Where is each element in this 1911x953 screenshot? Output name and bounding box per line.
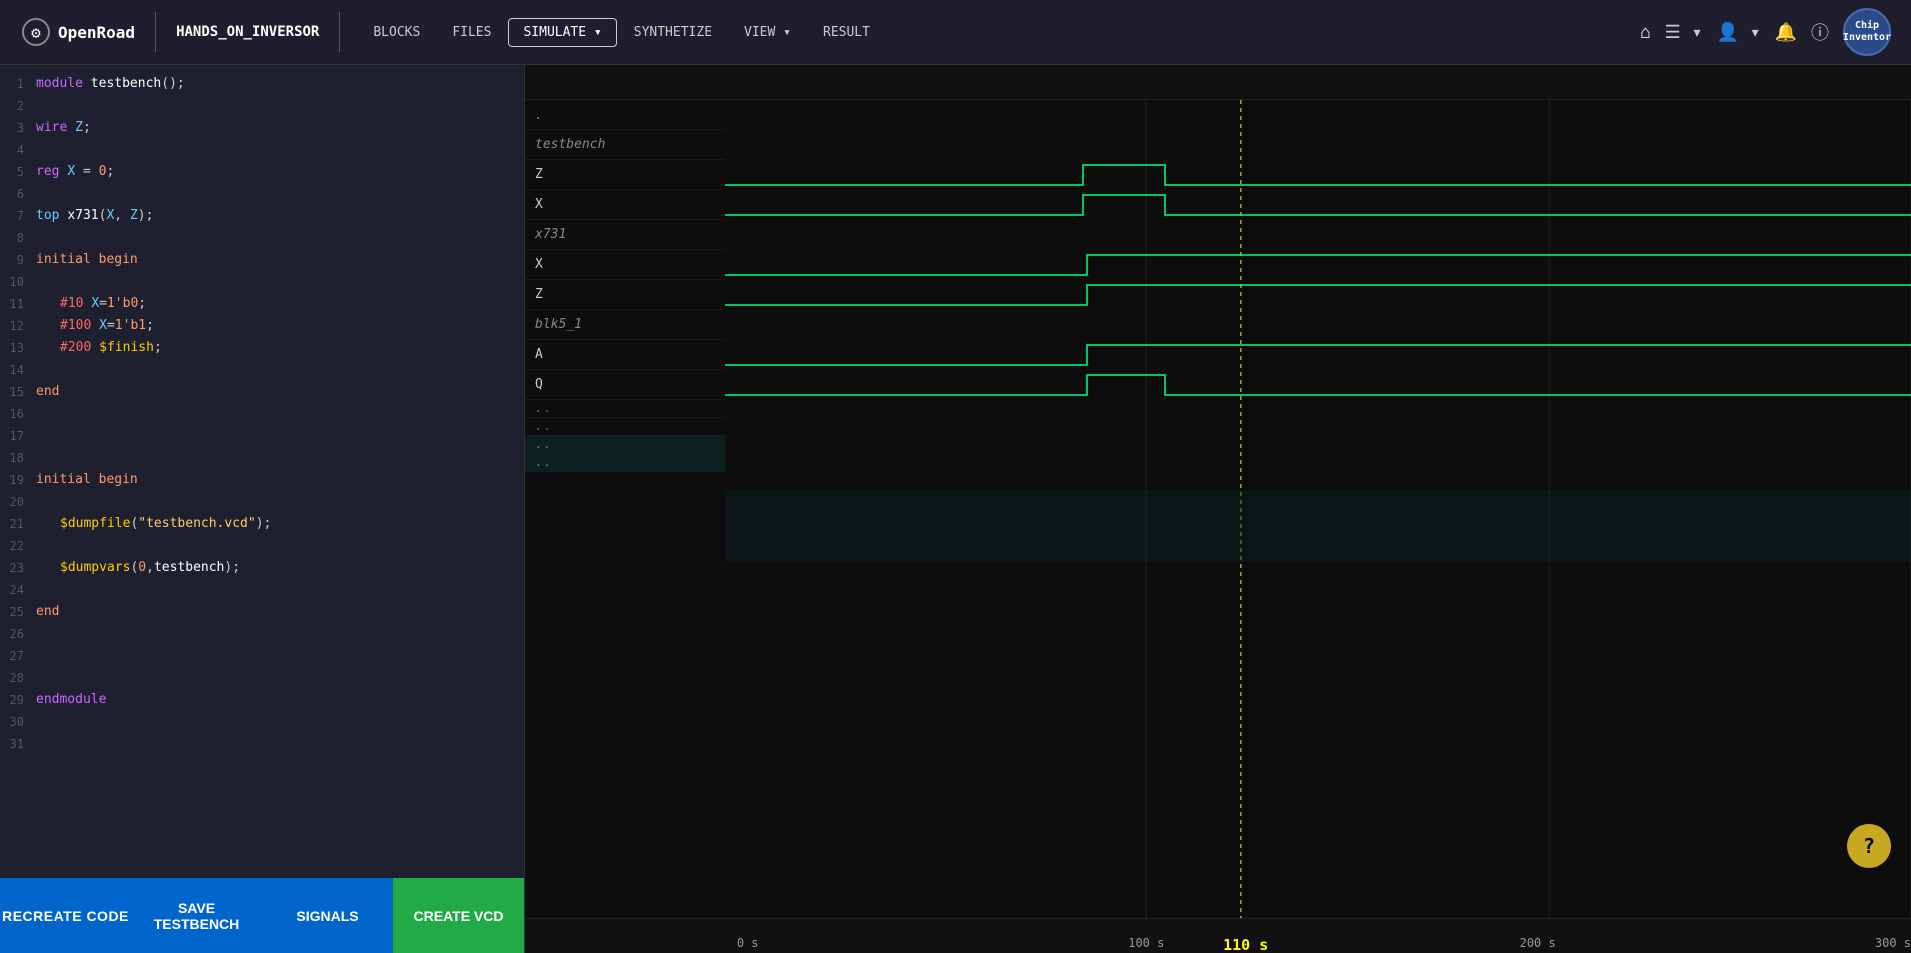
signal-A-label: A: [525, 340, 725, 370]
nav-view[interactable]: VIEW ▾: [729, 18, 806, 47]
code-line-16: 16: [0, 403, 524, 425]
code-line-17: 17: [0, 425, 524, 447]
app-logo[interactable]: ⚙ OpenRoad: [10, 18, 147, 46]
timeline-mark-200s-bot: 200 s: [1520, 936, 1556, 950]
code-line-30: 30: [0, 711, 524, 733]
nav-blocks[interactable]: BLOCKS: [358, 18, 435, 47]
signal-labels: . testbench Z X x731 X Z blk5_1 A Q .. .…: [525, 100, 725, 918]
code-line-11: 11 #10 X=1'b0;: [0, 293, 524, 315]
signal-dots4: ..: [525, 436, 725, 454]
waveform-tracks: [725, 100, 1911, 918]
waveform-svg: [725, 100, 1911, 918]
timeline-mark-100s-bot: 100 s: [1128, 936, 1164, 950]
timeline-mark-300s-bot: 300 s: [1875, 936, 1911, 950]
code-line-1: 1 module testbench();: [0, 73, 524, 95]
waveform-timeline-bottom: 0 s 100 s 110 s 200 s 300 s: [525, 918, 1911, 953]
timeline-mark-110s-bot: 110 s: [1223, 936, 1268, 953]
create-vcd-button[interactable]: CREATE VCD: [393, 878, 524, 953]
nav-divider: [155, 12, 156, 52]
signal-dots3: ..: [525, 418, 725, 436]
signals-button[interactable]: SIGNALS: [262, 878, 393, 953]
code-line-3: 3 wire Z;: [0, 117, 524, 139]
help-button[interactable]: ?: [1847, 824, 1891, 868]
code-editor[interactable]: 1 module testbench(); 2 3 wire Z; 4 5 re…: [0, 65, 524, 878]
waveform-panel: 0 s 100 s 110 s 200 s 300 s . testbench …: [525, 65, 1911, 953]
code-line-5: 5 reg X = 0;: [0, 161, 524, 183]
waveform-body: . testbench Z X x731 X Z blk5_1 A Q .. .…: [525, 100, 1911, 918]
menu-icon[interactable]: ☰ ▾: [1665, 22, 1703, 43]
code-line-21: 21 $dumpfile("testbench.vcd");: [0, 513, 524, 535]
code-line-13: 13 #200 $finish;: [0, 337, 524, 359]
nav-files[interactable]: FILES: [437, 18, 506, 47]
bottom-buttons: RECREATE CODE SAVETESTBENCH SIGNALS CREA…: [0, 878, 524, 953]
nav-simulate[interactable]: SIMULATE ▾: [508, 18, 616, 47]
code-line-31: 31: [0, 733, 524, 755]
signal-dots5: ..: [525, 454, 725, 472]
bell-icon[interactable]: 🔔: [1775, 22, 1797, 43]
code-line-9: 9 initial begin: [0, 249, 524, 271]
navbar: ⚙ OpenRoad HANDS_ON_INVERSOR BLOCKS FILE…: [0, 0, 1911, 65]
project-name: HANDS_ON_INVERSOR: [164, 24, 331, 40]
code-panel: 1 module testbench(); 2 3 wire Z; 4 5 re…: [0, 65, 525, 953]
nav-result[interactable]: RESULT: [808, 18, 885, 47]
nav-synthetize[interactable]: SYNTHETIZE: [619, 18, 727, 47]
signal-dots2: ..: [525, 400, 725, 418]
signal-Z-tb-label: Z: [525, 160, 725, 190]
main-content: 1 module testbench(); 2 3 wire Z; 4 5 re…: [0, 65, 1911, 953]
code-line-27: 27: [0, 645, 524, 667]
signal-x731-label: x731: [525, 220, 725, 250]
code-line-20: 20: [0, 491, 524, 513]
code-line-26: 26: [0, 623, 524, 645]
signal-blk5-label: blk5_1: [525, 310, 725, 340]
user-icon[interactable]: 👤 ▾: [1716, 22, 1760, 43]
nav-menu: BLOCKS FILES SIMULATE ▾ SYNTHETIZE VIEW …: [358, 18, 885, 47]
gear-icon: ⚙: [22, 18, 50, 46]
nav-divider2: [339, 12, 340, 52]
signal-X-tb-label: X: [525, 190, 725, 220]
nav-right-icons: ⌂ ☰ ▾ 👤 ▾ 🔔 ⓘ Chip Inventor: [1640, 8, 1901, 56]
signal-Q-label: Q: [525, 370, 725, 400]
code-line-12: 12 #100 X=1'b1;: [0, 315, 524, 337]
code-line-23: 23 $dumpvars(0,testbench);: [0, 557, 524, 579]
signal-X-x731-label: X: [525, 250, 725, 280]
code-line-24: 24: [0, 579, 524, 601]
code-line-25: 25 end: [0, 601, 524, 623]
code-line-2: 2: [0, 95, 524, 117]
code-line-29: 29 endmodule: [0, 689, 524, 711]
save-testbench-button[interactable]: SAVETESTBENCH: [131, 878, 262, 953]
waveform-timeline-top: 0 s 100 s 110 s 200 s 300 s: [525, 65, 1911, 100]
timeline-mark-0s-bot: 0 s: [737, 936, 759, 950]
info-icon[interactable]: ⓘ: [1811, 19, 1829, 45]
code-line-10: 10: [0, 271, 524, 293]
code-line-22: 22: [0, 535, 524, 557]
code-line-15: 15 end: [0, 381, 524, 403]
code-line-18: 18: [0, 447, 524, 469]
chip-inventor-logo: Chip Inventor: [1843, 8, 1891, 56]
code-line-4: 4: [0, 139, 524, 161]
code-line-14: 14: [0, 359, 524, 381]
home-icon[interactable]: ⌂: [1640, 22, 1651, 43]
app-name: OpenRoad: [58, 23, 135, 42]
code-line-8: 8: [0, 227, 524, 249]
signal-Z-x731-label: Z: [525, 280, 725, 310]
code-line-28: 28: [0, 667, 524, 689]
signal-testbench-label: testbench: [525, 130, 725, 160]
code-line-6: 6: [0, 183, 524, 205]
recreate-code-button[interactable]: RECREATE CODE: [0, 878, 131, 953]
code-line-19: 19 initial begin: [0, 469, 524, 491]
code-line-7: 7 top x731(X, Z);: [0, 205, 524, 227]
signal-dot1: .: [525, 100, 725, 130]
